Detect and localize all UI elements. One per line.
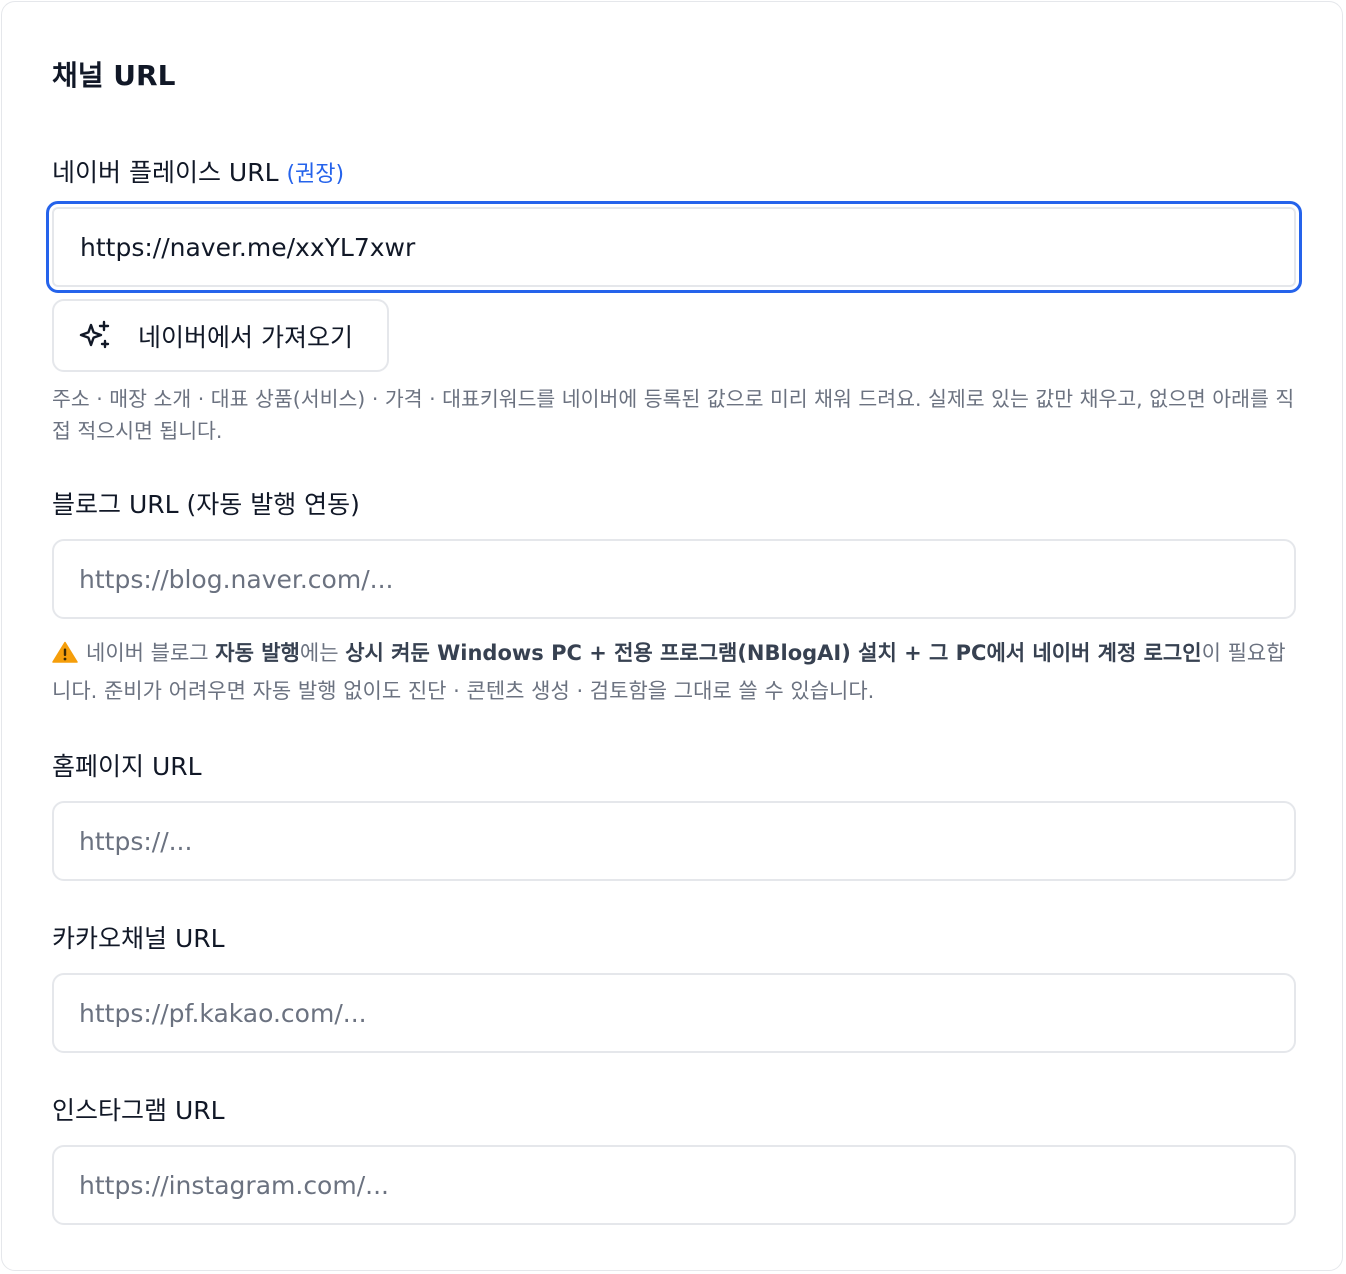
instagram-url-input[interactable] <box>52 1145 1296 1225</box>
recommended-tag: (권장) <box>286 162 345 187</box>
homepage-url-input[interactable] <box>52 801 1296 881</box>
kakao-channel-url-label: 카카오채널 URL <box>52 924 225 953</box>
instagram-url-label: 인스타그램 URL <box>52 1096 225 1125</box>
note-bold-2: 상시 켜둔 Windows PC + 전용 프로그램(NBlogAI) 설치 +… <box>345 641 1202 665</box>
naver-place-label-text: 네이버 플레이스 URL <box>52 158 279 187</box>
section-title: 채널 URL <box>52 59 176 92</box>
auto-publish-note: 네이버 블로그 자동 발행에는 상시 켜둔 Windows PC + 전용 프로… <box>52 634 1302 710</box>
kakao-channel-url-input[interactable] <box>52 973 1296 1053</box>
naver-place-label: 네이버 플레이스 URL (권장) <box>52 155 344 193</box>
blog-url-input[interactable] <box>52 539 1296 619</box>
naver-place-url-input[interactable] <box>46 201 1302 293</box>
note-bold-1: 자동 발행 <box>215 641 300 665</box>
warning-icon <box>52 641 78 663</box>
blog-url-label: 블로그 URL (자동 발행 연동) <box>52 490 360 519</box>
note-text-1: 네이버 블로그 <box>86 641 216 665</box>
note-text-2: 에는 <box>299 641 346 665</box>
import-button-label: 네이버에서 가져오기 <box>138 322 353 352</box>
channel-url-card: 채널 URL 네이버 플레이스 URL (권장) 네이버에서 가져오기 주소 ·… <box>1 1 1343 1271</box>
sparkle-icon <box>79 320 110 348</box>
naver-place-help-text: 주소 · 매장 소개 · 대표 상품(서비스) · 가격 · 대표키워드를 네이… <box>52 387 1295 443</box>
import-from-naver-button[interactable]: 네이버에서 가져오기 <box>52 299 389 372</box>
homepage-url-label: 홈페이지 URL <box>52 752 202 781</box>
